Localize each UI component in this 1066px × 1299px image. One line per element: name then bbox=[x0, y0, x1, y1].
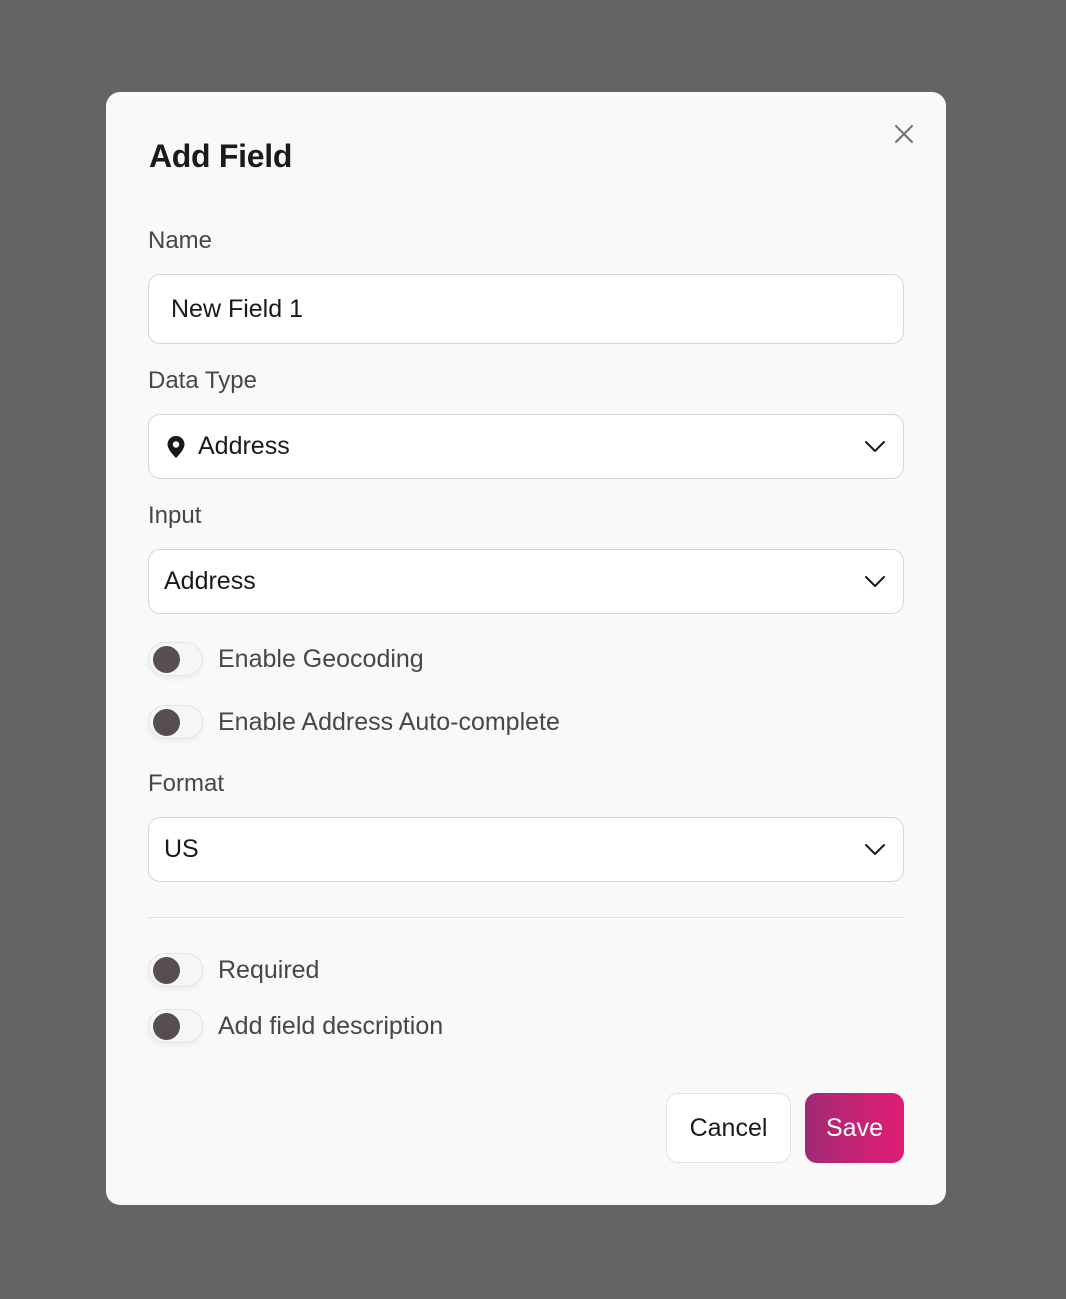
toggle-knob bbox=[153, 709, 180, 736]
toggle-switch[interactable] bbox=[148, 953, 203, 987]
format-value: US bbox=[164, 835, 199, 863]
toggle-switch[interactable] bbox=[148, 1009, 203, 1043]
format-select[interactable]: US bbox=[148, 817, 904, 882]
map-pin-icon bbox=[167, 435, 185, 458]
toggle-label: Enable Geocoding bbox=[218, 644, 424, 673]
save-button[interactable]: Save bbox=[805, 1093, 904, 1163]
dialog-title: Add Field bbox=[149, 138, 293, 174]
toggle-knob bbox=[153, 957, 180, 984]
enable-autocomplete-toggle[interactable]: Enable Address Auto-complete bbox=[148, 705, 560, 739]
input-value: Address bbox=[164, 567, 256, 595]
divider bbox=[148, 917, 904, 918]
close-icon bbox=[895, 125, 913, 143]
add-description-toggle[interactable]: Add field description bbox=[148, 1009, 443, 1043]
chevron-down-icon bbox=[865, 843, 885, 855]
input-label: Input bbox=[148, 502, 202, 529]
chevron-down-icon bbox=[865, 575, 885, 587]
name-input[interactable]: New Field 1 bbox=[148, 274, 904, 344]
close-button[interactable] bbox=[890, 120, 918, 148]
toggle-switch[interactable] bbox=[148, 705, 203, 739]
required-toggle[interactable]: Required bbox=[148, 953, 319, 987]
toggle-label: Required bbox=[218, 955, 320, 984]
toggle-switch[interactable] bbox=[148, 642, 203, 676]
toggle-label: Enable Address Auto-complete bbox=[218, 707, 560, 736]
toggle-knob bbox=[153, 1013, 180, 1040]
chevron-down-icon bbox=[865, 440, 885, 452]
name-input-value: New Field 1 bbox=[171, 294, 303, 323]
format-label: Format bbox=[148, 770, 225, 797]
name-label: Name bbox=[148, 227, 213, 254]
add-field-dialog: Add Field Name New Field 1 Data Type Add… bbox=[106, 92, 946, 1205]
input-select[interactable]: Address bbox=[148, 549, 904, 614]
toggle-label: Add field description bbox=[218, 1011, 444, 1040]
data-type-label: Data Type bbox=[148, 367, 257, 394]
cancel-button[interactable]: Cancel bbox=[666, 1093, 791, 1163]
data-type-select[interactable]: Address bbox=[148, 414, 904, 479]
toggle-knob bbox=[153, 646, 180, 673]
enable-geocoding-toggle[interactable]: Enable Geocoding bbox=[148, 642, 424, 676]
data-type-value: Address bbox=[198, 432, 290, 460]
